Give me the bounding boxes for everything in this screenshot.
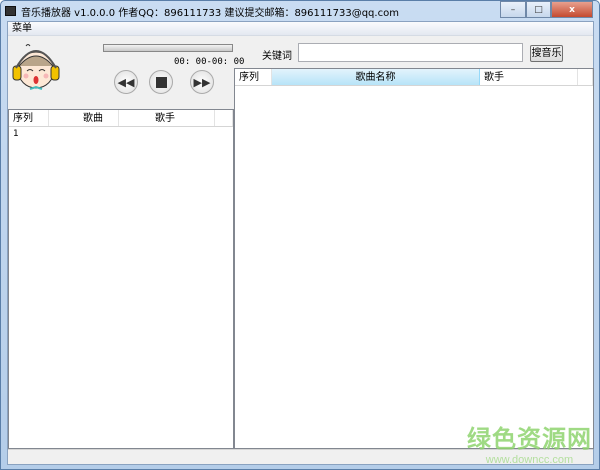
watermark-url: www.downcc.com [485, 454, 574, 466]
playlist-header: 序列 歌曲 歌手 [9, 110, 233, 127]
previous-button[interactable]: ◀◀ [114, 70, 138, 94]
row-index: 1 [13, 129, 19, 139]
search-results-list[interactable]: 序列 歌曲名称 歌手 [234, 68, 594, 449]
column-header-song[interactable]: 歌曲 [49, 110, 119, 126]
next-button[interactable]: ▶▶ [190, 70, 214, 94]
client-area: 菜单 00: 00-00: 00 ◀◀ ▶▶ 关键词 搜音乐 序列 歌曲 歌手 [7, 21, 594, 465]
fast-forward-icon: ▶▶ [193, 75, 211, 89]
column-header-filler [215, 110, 233, 126]
search-music-button[interactable]: 搜音乐 [530, 45, 563, 62]
rewind-icon: ◀◀ [117, 75, 135, 89]
column-header-filler [578, 69, 593, 85]
keyword-input[interactable] [298, 43, 523, 62]
title-bar: 音乐播放器 v1.0.0.0 作者QQ：896111733 建议提交邮箱：896… [5, 3, 399, 19]
time-display: 00: 00-00: 00 [174, 57, 245, 67]
progress-bar[interactable] [103, 44, 233, 52]
close-button[interactable]: x [551, 1, 593, 18]
column-header-index[interactable]: 序列 [9, 110, 49, 126]
column-header-artist[interactable]: 歌手 [480, 69, 578, 85]
window-controls: – □ x [500, 1, 593, 18]
playlist[interactable]: 序列 歌曲 歌手 1 [8, 109, 234, 449]
minimize-button[interactable]: – [500, 1, 526, 18]
menu-bar: 菜单 [8, 22, 593, 36]
avatar-logo-icon [12, 44, 60, 90]
stop-icon [155, 76, 167, 88]
menu-item[interactable]: 菜单 [12, 23, 32, 34]
column-header-song-name[interactable]: 歌曲名称 [272, 69, 480, 85]
maximize-button[interactable]: □ [526, 1, 551, 18]
column-header-artist[interactable]: 歌手 [119, 110, 215, 126]
results-header: 序列 歌曲名称 歌手 [235, 69, 593, 86]
watermark: 绿色资源网 www.downcc.com [467, 419, 592, 466]
column-header-index[interactable]: 序列 [235, 69, 272, 85]
stop-button[interactable] [149, 70, 173, 94]
table-row[interactable]: 1 [9, 127, 233, 141]
app-window: 音乐播放器 v1.0.0.0 作者QQ：896111733 建议提交邮箱：896… [0, 0, 600, 470]
app-icon [5, 6, 16, 16]
keyword-label: 关键词 [262, 51, 292, 62]
watermark-title: 绿色资源网 [467, 425, 592, 453]
window-title: 音乐播放器 v1.0.0.0 作者QQ：896111733 建议提交邮箱：896… [21, 7, 399, 19]
